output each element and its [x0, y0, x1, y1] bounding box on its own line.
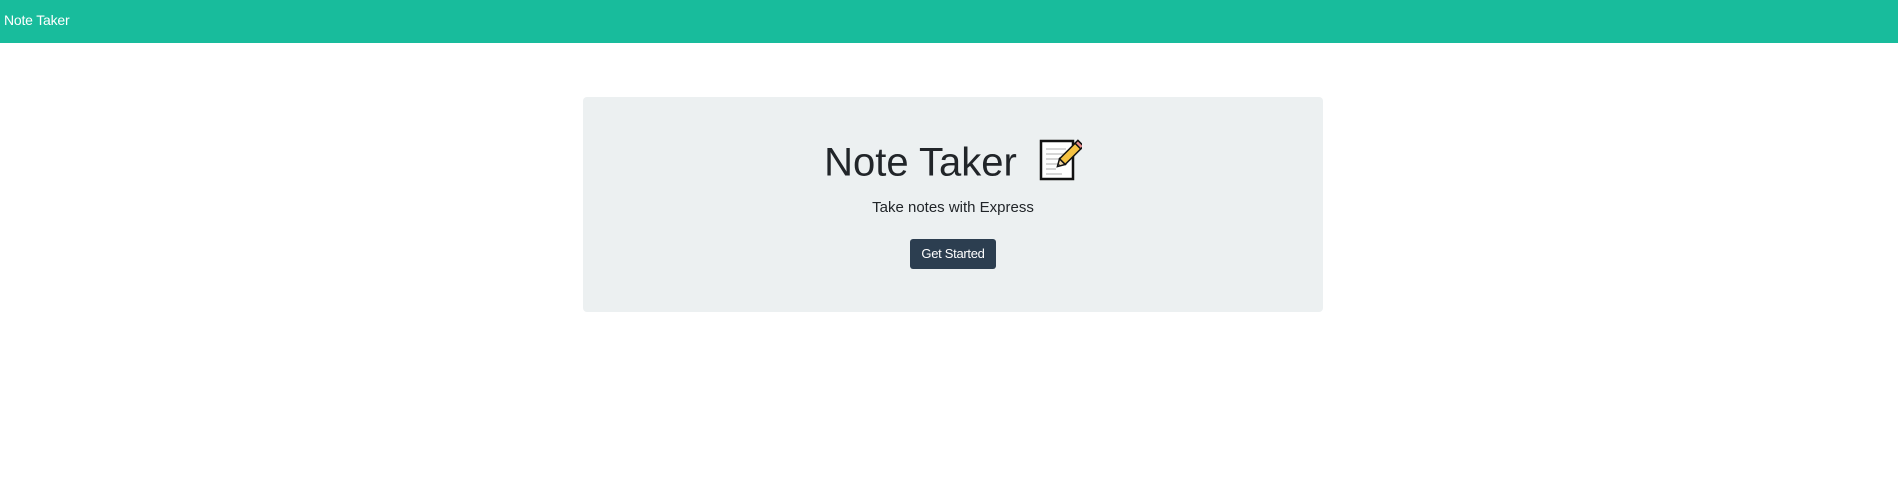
navbar-brand[interactable]: Note Taker — [4, 11, 70, 29]
jumbotron: Note Taker Take notes with Express Get S… — [583, 97, 1323, 312]
subtitle: Take notes with Express — [872, 199, 1034, 216]
page-title: Note Taker — [583, 135, 1323, 187]
page-title-text: Note Taker — [824, 140, 1017, 185]
get-started-button[interactable]: Get Started — [910, 239, 996, 269]
memo-icon — [1038, 138, 1085, 182]
navbar: Note Taker — [0, 0, 1898, 43]
